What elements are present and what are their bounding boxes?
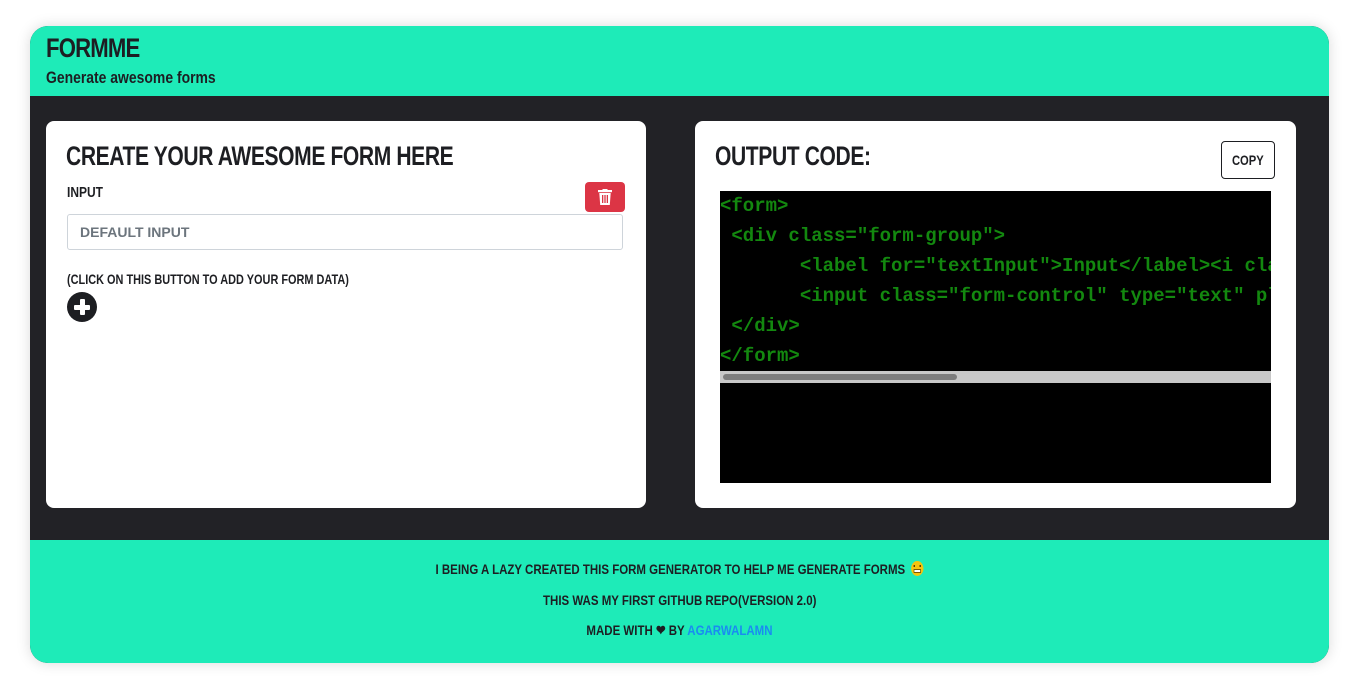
add-field-hint: (CLICK ON THIS BUTTON TO ADD YOUR FORM D… (67, 271, 349, 287)
horizontal-scrollbar[interactable] (720, 371, 1271, 383)
output-card: OUTPUT CODE: COPY <form> <div class="for… (695, 121, 1296, 508)
code-line: </form> (720, 345, 800, 367)
default-input-field[interactable] (67, 214, 623, 250)
app-window: FORMME Generate awesome forms CREATE YOU… (30, 26, 1329, 663)
delete-field-button[interactable] (585, 182, 625, 212)
code-output-box[interactable]: <form> <div class="form-group"> <label f… (720, 191, 1271, 483)
copy-button[interactable]: COPY (1221, 141, 1275, 179)
brand-subtitle: Generate awesome forms (46, 68, 216, 87)
brand-title: FORMME (46, 33, 140, 63)
builder-title: CREATE YOUR AWESOME FORM HERE (66, 141, 454, 171)
footer-line-2: THIS WAS MY FIRST GITHUB REPO(VERSION 2.… (30, 592, 1329, 608)
code-line: <form> (720, 195, 789, 217)
code-scroll-area[interactable]: <form> <div class="form-group"> <label f… (720, 191, 1271, 383)
footer-line-3: MADE WITH ❤ BY AGARWALAMN (30, 622, 1329, 639)
add-field-button[interactable] (67, 292, 97, 322)
copy-button-label: COPY (1232, 152, 1264, 168)
code-line: <label for="textInput">Input</label><i c… (720, 255, 1271, 277)
heart-icon: ❤ (655, 622, 666, 638)
trash-icon (598, 189, 612, 205)
by-text: BY (668, 622, 685, 638)
code-line: </div> (720, 315, 800, 337)
code-line: <div class="form-group"> (720, 225, 1006, 247)
code-line: <input class="form-control" type="text" … (799, 285, 1271, 307)
footer-text-1: I BEING A LAZY CREATED THIS FORM GENERAT… (435, 561, 906, 577)
input-field-label: INPUT (67, 184, 103, 201)
form-builder-card: CREATE YOUR AWESOME FORM HERE INPUT (CLI… (46, 121, 646, 508)
author-link[interactable]: AGARWALAMN (687, 622, 772, 638)
footer-line-1: I BEING A LAZY CREATED THIS FORM GENERAT… (30, 561, 1329, 577)
grimacing-face-emoji-icon (910, 561, 924, 576)
footer: I BEING A LAZY CREATED THIS FORM GENERAT… (30, 540, 1329, 663)
footer-text-2: THIS WAS MY FIRST GITHUB REPO(VERSION 2.… (542, 592, 817, 608)
header-bar: FORMME Generate awesome forms (30, 26, 1329, 96)
output-title: OUTPUT CODE: (715, 141, 871, 171)
scrollbar-thumb[interactable] (723, 374, 957, 380)
made-with-text: MADE WITH (586, 622, 653, 638)
